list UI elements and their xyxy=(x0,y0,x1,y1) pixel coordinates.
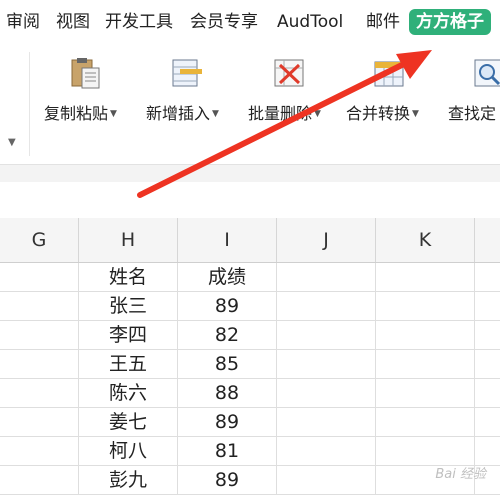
cell[interactable] xyxy=(376,408,475,436)
tab-mail[interactable]: 邮件 xyxy=(366,8,400,36)
caret-down-icon: ▼ xyxy=(212,109,219,119)
score-cell[interactable]: 85 xyxy=(178,350,277,378)
tab-view[interactable]: 视图 xyxy=(56,8,90,36)
cell[interactable] xyxy=(277,437,376,465)
tab-audtool[interactable]: AudTool xyxy=(277,8,343,36)
tab-member[interactable]: 会员专享 xyxy=(190,8,258,36)
find-button[interactable]: 查找定 xyxy=(446,56,500,126)
table-row: 王五 85 xyxy=(0,350,500,379)
name-cell[interactable]: 柯八 xyxy=(79,437,178,465)
cell[interactable] xyxy=(0,408,79,436)
cell[interactable] xyxy=(0,466,79,494)
watermark: Bai 经验 xyxy=(435,467,486,482)
cell[interactable] xyxy=(277,379,376,407)
table-row: 柯八 81 xyxy=(0,437,500,466)
new-insert-label: 新增插入 xyxy=(146,104,211,123)
table-row: 张三 89 xyxy=(0,292,500,321)
merge-convert-button[interactable]: 合并转换 ▼ xyxy=(346,56,438,126)
clipboard-paste-icon xyxy=(68,56,102,90)
header-cell-score[interactable]: 成绩 xyxy=(178,263,277,291)
spreadsheet-grid: 姓名 成绩 张三 89 李四 82 王五 85 陈六 88 姜七 89 柯八 8… xyxy=(0,263,500,500)
batch-delete-button[interactable]: 批量删除 ▼ xyxy=(244,56,336,126)
column-header-row: G H I J K xyxy=(0,218,500,263)
cell[interactable] xyxy=(277,263,376,291)
cell[interactable] xyxy=(0,263,79,291)
find-icon xyxy=(472,56,500,90)
name-cell[interactable]: 陈六 xyxy=(79,379,178,407)
table-row: 姜七 89 xyxy=(0,408,500,437)
cell[interactable] xyxy=(277,466,376,494)
score-cell[interactable]: 89 xyxy=(178,466,277,494)
column-header-i[interactable]: I xyxy=(178,218,277,262)
merge-convert-label: 合并转换 xyxy=(346,104,411,123)
table-row: 陈六 88 xyxy=(0,379,500,408)
cell[interactable] xyxy=(0,321,79,349)
cell[interactable] xyxy=(0,379,79,407)
column-header-k[interactable]: K xyxy=(376,218,475,262)
ribbon-separator xyxy=(29,52,30,156)
cell[interactable] xyxy=(0,292,79,320)
table-row: 李四 82 xyxy=(0,321,500,350)
name-cell[interactable]: 姜七 xyxy=(79,408,178,436)
header-cell-name[interactable]: 姓名 xyxy=(79,263,178,291)
copy-paste-button[interactable]: 复制粘贴 ▼ xyxy=(40,56,132,126)
score-cell[interactable]: 89 xyxy=(178,408,277,436)
merge-convert-icon xyxy=(372,56,406,90)
cell[interactable] xyxy=(277,292,376,320)
table-row: 姓名 成绩 xyxy=(0,263,500,292)
score-cell[interactable]: 81 xyxy=(178,437,277,465)
column-header-g[interactable]: G xyxy=(0,218,79,262)
cell[interactable] xyxy=(376,350,475,378)
cell[interactable] xyxy=(0,437,79,465)
cell[interactable] xyxy=(277,321,376,349)
chevron-down-icon[interactable]: ▼ xyxy=(8,137,16,148)
cell[interactable] xyxy=(376,263,475,291)
name-cell[interactable]: 李四 xyxy=(79,321,178,349)
find-label: 查找定 xyxy=(448,104,497,123)
copy-paste-label: 复制粘贴 xyxy=(44,104,109,123)
caret-down-icon: ▼ xyxy=(110,109,117,119)
cell[interactable] xyxy=(0,350,79,378)
cell[interactable] xyxy=(376,437,475,465)
tab-fangfanggezi[interactable]: 方方格子 xyxy=(409,9,491,35)
cell[interactable] xyxy=(376,321,475,349)
score-cell[interactable]: 82 xyxy=(178,321,277,349)
cell[interactable] xyxy=(277,350,376,378)
batch-delete-label: 批量删除 xyxy=(248,104,313,123)
caret-down-icon: ▼ xyxy=(412,109,419,119)
ribbon-bottom-border xyxy=(0,164,500,183)
cell[interactable] xyxy=(376,379,475,407)
table-row: 彭九 89 xyxy=(0,466,500,495)
score-cell[interactable]: 89 xyxy=(178,292,277,320)
name-cell[interactable]: 张三 xyxy=(79,292,178,320)
tab-review[interactable]: 审阅 xyxy=(6,8,40,36)
insert-row-icon xyxy=(170,56,204,90)
score-cell[interactable]: 88 xyxy=(178,379,277,407)
cell[interactable] xyxy=(376,292,475,320)
delete-x-icon xyxy=(272,56,306,90)
tab-developer[interactable]: 开发工具 xyxy=(105,8,173,36)
column-header-j[interactable]: J xyxy=(277,218,376,262)
name-cell[interactable]: 彭九 xyxy=(79,466,178,494)
menu-bar: 审阅 视图 开发工具 会员专享 AudTool 邮件 方方格子 xyxy=(0,0,500,44)
new-insert-button[interactable]: 新增插入 ▼ xyxy=(142,56,234,126)
name-cell[interactable]: 王五 xyxy=(79,350,178,378)
caret-down-icon: ▼ xyxy=(314,109,321,119)
column-header-h[interactable]: H xyxy=(79,218,178,262)
formula-bar[interactable] xyxy=(0,182,500,219)
cell[interactable] xyxy=(277,408,376,436)
